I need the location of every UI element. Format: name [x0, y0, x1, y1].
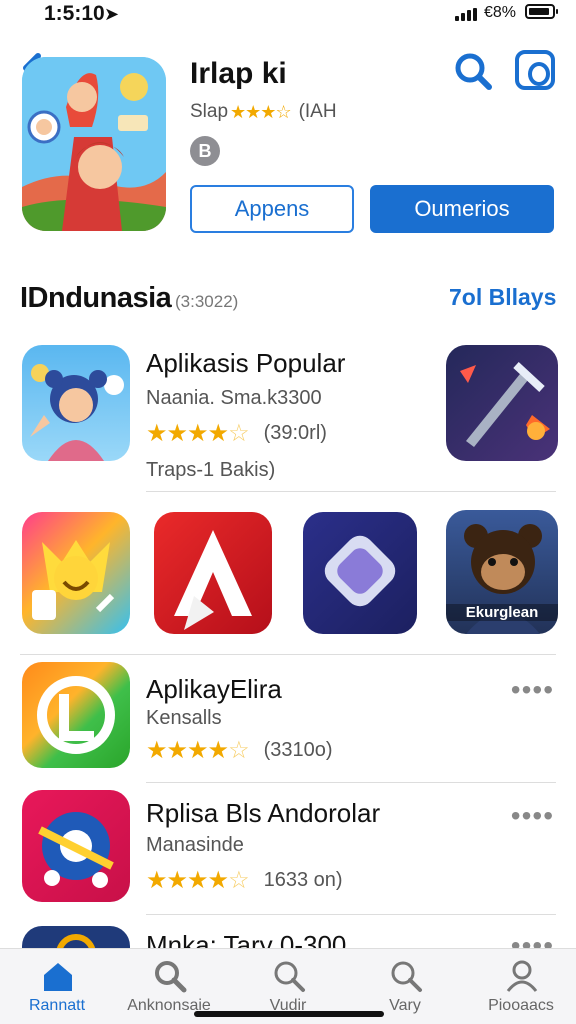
rating-count: (3310o): [263, 739, 333, 761]
featured-side-icon[interactable]: [446, 345, 558, 461]
list-app-developer: Kensalls: [146, 707, 222, 729]
tab-label: Rannatt: [28, 997, 86, 1014]
battery-icon: [525, 4, 558, 19]
secondary-button[interactable]: Appens: [190, 185, 354, 233]
section-title: IDndunasia: [20, 282, 172, 314]
list-app-icon[interactable]: [22, 790, 130, 902]
rating-stars: ★★★★: [146, 737, 229, 764]
featured-rating: ★★★★ ☆ (39:0rl): [146, 419, 327, 448]
list-app-name[interactable]: AplikayElira: [146, 674, 282, 705]
see-all-link[interactable]: 7ol Bllays: [449, 284, 556, 311]
more-options-icon[interactable]: ••••: [511, 930, 554, 948]
app-icon: [22, 57, 166, 231]
divider: [146, 914, 556, 915]
grid-app-icon-1[interactable]: [22, 512, 130, 634]
search-icon: [274, 961, 305, 992]
camera-icon[interactable]: [515, 50, 555, 90]
more-options-icon[interactable]: ••••: [511, 800, 554, 832]
rating-stars: ★★★★: [146, 867, 229, 894]
section-count: (3:3022): [175, 292, 239, 311]
status-time: 1:5:10: [44, 2, 105, 25]
home-icon: [44, 963, 72, 991]
list-app-icon[interactable]: [22, 662, 130, 768]
person-icon: [506, 960, 538, 992]
featured-app-name[interactable]: Aplikasis Popular: [146, 348, 345, 379]
battery-percent: €8%: [484, 4, 517, 21]
grid-app-icon-3[interactable]: [303, 512, 417, 634]
divider: [146, 491, 556, 492]
list-app-developer: Manasinde: [146, 834, 244, 856]
tab-label: Piooaacs: [488, 997, 554, 1014]
half-star-icon: ☆: [228, 867, 250, 894]
subtitle-suffix: (IAH: [298, 101, 337, 122]
list-rating: ★★★★ ☆ 1633 on): [146, 866, 343, 895]
rating-count: 1633 on): [263, 869, 343, 891]
rating-stars: ★★★☆: [230, 101, 292, 122]
featured-app-developer: Naania. Sma.k3300: [146, 387, 322, 409]
tab-home[interactable]: Rannatt: [2, 949, 112, 1024]
more-options-icon[interactable]: ••••: [511, 674, 554, 706]
featured-app-icon[interactable]: [22, 345, 130, 461]
featured-app-meta: Traps-1 Bakis): [146, 459, 276, 481]
search-icon[interactable]: [453, 51, 493, 91]
list-rating: ★★★★ ☆ (3310o): [146, 736, 333, 765]
grid-app-icon-4[interactable]: Ekurglean: [446, 510, 558, 634]
grid-app-icon-2[interactable]: [154, 512, 272, 634]
search-icon: [155, 961, 187, 993]
tab-profile[interactable]: Piooaacs: [466, 949, 576, 1024]
half-star-icon: ☆: [228, 420, 250, 447]
app-subtitle: Slap ★★★☆ (IAH: [190, 101, 337, 123]
subtitle-prefix: Slap: [190, 101, 229, 122]
half-star-icon: ☆: [228, 737, 250, 764]
signal-icon: [455, 8, 477, 21]
divider: [146, 782, 556, 783]
list-app-name[interactable]: Mnka: Tary 0-300: [146, 930, 346, 948]
list-app-icon[interactable]: [22, 926, 130, 948]
grid-app-label: Ekurglean: [446, 604, 558, 621]
divider: [20, 654, 556, 655]
primary-button[interactable]: Oumerios: [370, 185, 554, 233]
age-badge: B: [190, 136, 220, 166]
search-icon: [391, 961, 422, 992]
location-icon: ➤: [104, 4, 120, 24]
rating-stars: ★★★★: [146, 420, 229, 447]
app-title: Irlap ki: [190, 57, 287, 90]
rating-count: (39:0rl): [263, 422, 327, 444]
list-app-name[interactable]: Rplisa Bls Andorolar: [146, 798, 380, 829]
status-bar: 1:5:10 ➤ €8%: [0, 0, 576, 40]
home-indicator: [194, 1011, 384, 1017]
